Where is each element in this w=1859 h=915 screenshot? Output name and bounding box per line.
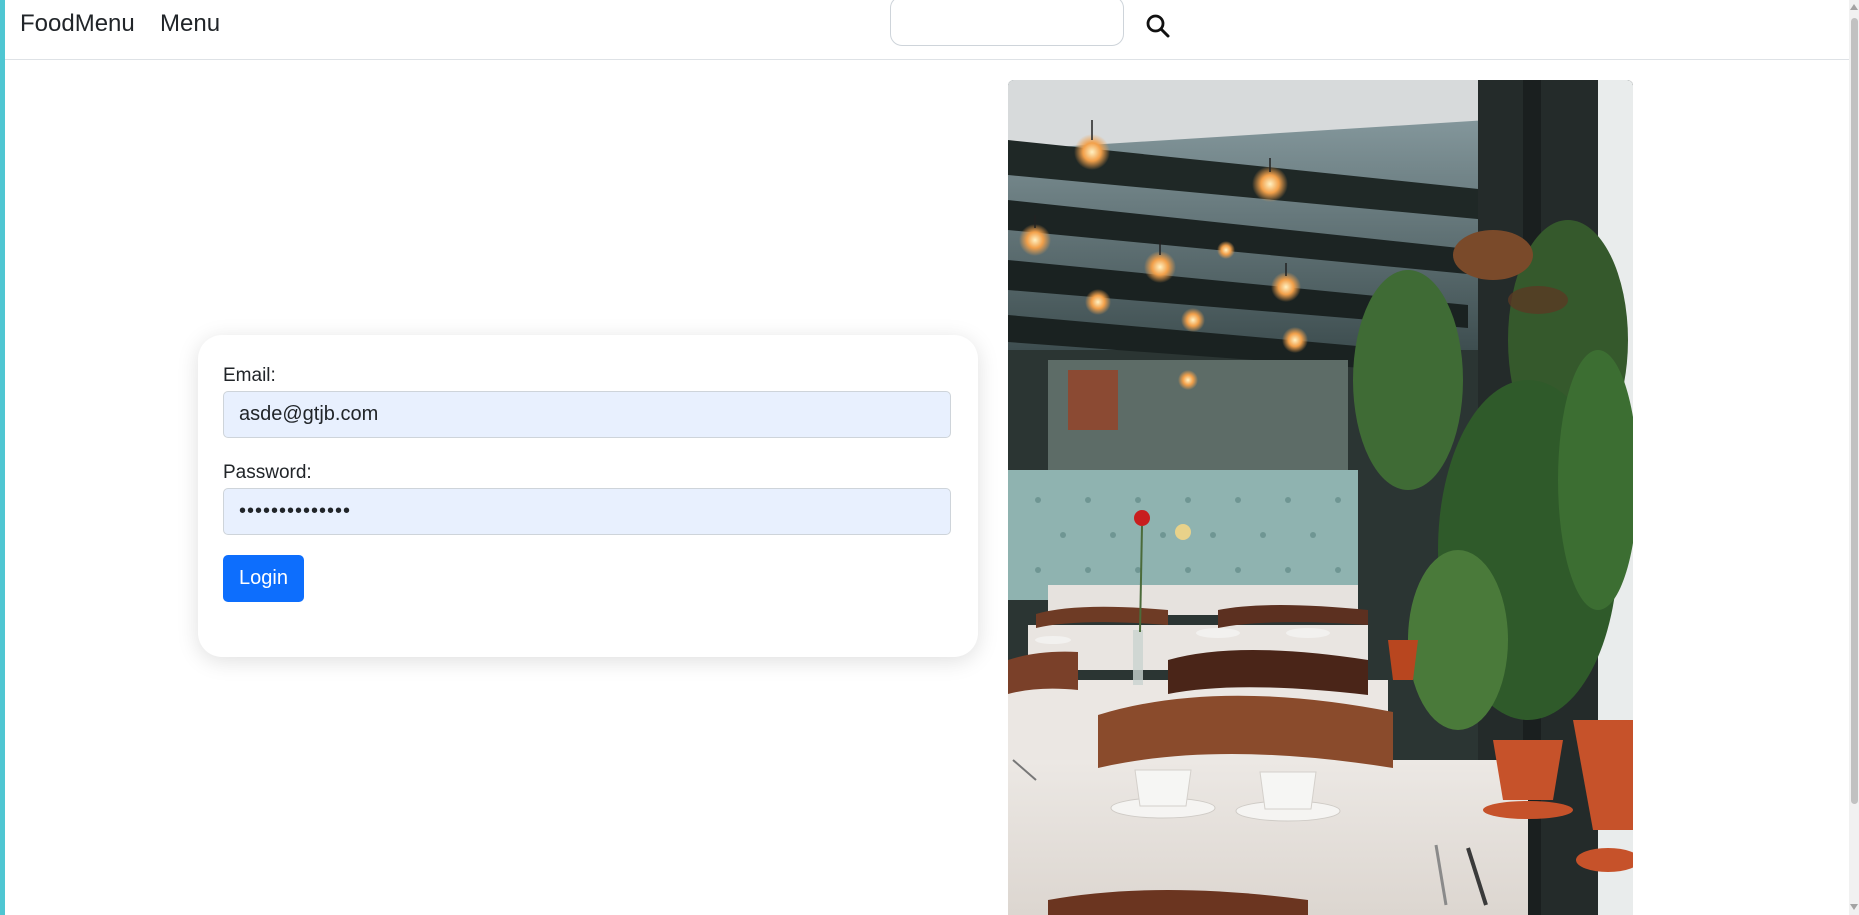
scrollbar-thumb[interactable] (1851, 18, 1858, 804)
brand-link[interactable]: FoodMenu (20, 10, 135, 38)
password-label: Password: (223, 462, 312, 483)
email-field[interactable] (223, 391, 951, 438)
scroll-up-arrow-icon[interactable] (1850, 4, 1858, 10)
login-button[interactable]: Login (223, 555, 304, 602)
left-edge-accent (0, 0, 5, 915)
password-field[interactable] (223, 488, 951, 535)
email-label: Email: (223, 365, 276, 386)
login-card: Email: Password: Login (198, 335, 978, 657)
restaurant-interior-image (1008, 80, 1633, 915)
search-button[interactable] (1142, 10, 1174, 42)
navbar: FoodMenu Menu (5, 0, 1849, 60)
page: FoodMenu Menu Email: Password: Login (0, 0, 1859, 915)
search-icon (1146, 14, 1170, 38)
scroll-down-arrow-icon[interactable] (1850, 904, 1858, 910)
search-input[interactable] (890, 0, 1124, 46)
restaurant-photo (1008, 80, 1633, 915)
nav-menu-link[interactable]: Menu (160, 10, 220, 38)
